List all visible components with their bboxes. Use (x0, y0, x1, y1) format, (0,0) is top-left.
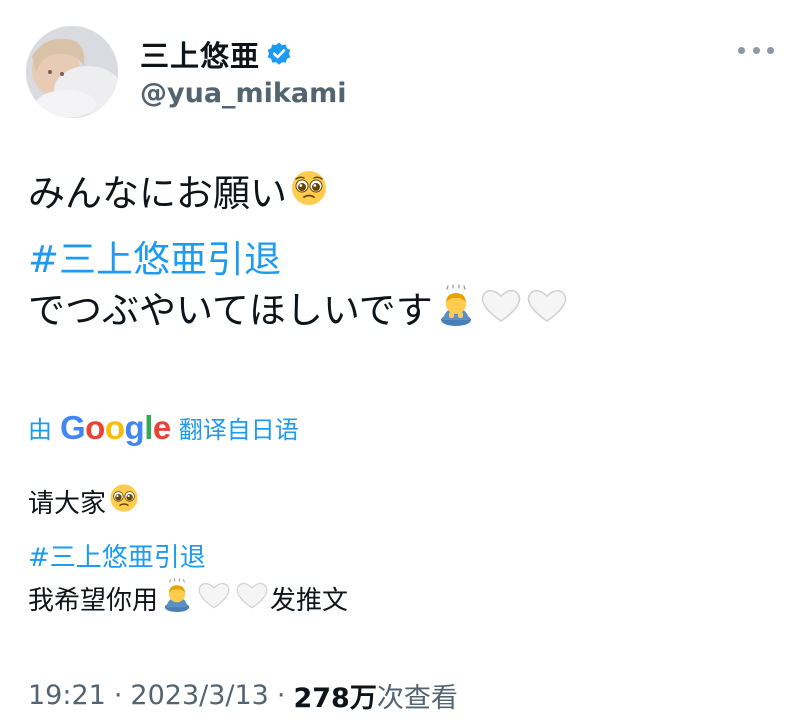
avatar[interactable] (26, 26, 118, 118)
person-bowing-emoji (160, 578, 194, 624)
more-dot (738, 46, 745, 54)
translated-line-3-part2: 发推文 (270, 586, 349, 616)
pleading-face-emoji (108, 482, 140, 526)
hashtag-link[interactable]: #三上悠亜引退 (28, 236, 281, 284)
display-name[interactable]: 三上悠亜 (140, 33, 260, 75)
translation-suffix: 翻译自日语 (178, 416, 299, 444)
translated-line-1: 请大家 (28, 482, 768, 526)
meta-separator: · (276, 680, 286, 711)
more-options-icon[interactable] (738, 40, 774, 60)
white-heart-emoji (525, 285, 569, 337)
author-name-row[interactable]: 三上悠亜 (140, 33, 292, 75)
more-dot (767, 46, 774, 54)
translated-line-2: #三上悠亜引退 (28, 538, 768, 578)
google-letter: e (152, 409, 171, 446)
tweet-time[interactable]: 19:21 (28, 680, 106, 711)
meta-separator: · (113, 680, 123, 711)
more-dot (752, 46, 760, 54)
translated-hashtag-link[interactable]: #三上悠亜引退 (28, 538, 206, 578)
tweet-meta: 19:21 · 2023/3/13 · 278万 次查看 (28, 676, 458, 715)
avatar-photo (26, 26, 118, 118)
views-count[interactable]: 278万 (293, 676, 376, 715)
tweet-line-2: #三上悠亜引退 (28, 236, 768, 284)
white-heart-emoji (196, 579, 232, 623)
white-heart-emoji (479, 285, 523, 337)
tweet-card: 三上悠亜 @yua_mikami みんなにお願い #三上悠亜引退 でつぶやいてほ… (0, 0, 800, 725)
tweet-line-3: でつぶやいてほしいです (28, 284, 768, 338)
tweet-line-3-text: でつぶやいてほしいです (28, 289, 433, 332)
author-handle[interactable]: @yua_mikami (140, 78, 347, 109)
tweet-line-1-text: みんなにお願い (28, 172, 287, 215)
pleading-face-emoji (289, 168, 329, 220)
google-letter: G (60, 409, 86, 446)
translated-line-1-text: 请大家 (28, 489, 107, 519)
translated-text: 请大家 #三上悠亜引退 我希望你用 发推文 (28, 482, 768, 624)
translated-by-google[interactable]: 由 Google 翻译自日语 (28, 410, 299, 445)
translated-line-3-part1: 我希望你用 (28, 586, 159, 616)
tweet-date[interactable]: 2023/3/13 (130, 680, 268, 711)
views-label: 次查看 (376, 683, 458, 714)
translated-line-3: 我希望你用 发推文 (28, 578, 768, 624)
google-letter: o (85, 409, 105, 446)
verified-badge-icon (266, 41, 292, 67)
google-letter: g (124, 409, 145, 446)
google-logo: Google (60, 411, 171, 444)
google-letter: l (144, 409, 153, 446)
white-heart-emoji (234, 579, 270, 623)
person-bowing-emoji (435, 284, 477, 338)
tweet-line-1: みんなにお願い (28, 168, 768, 220)
tweet-text: みんなにお願い #三上悠亜引退 でつぶやいてほしいです (28, 168, 768, 338)
translation-prefix: 由 (28, 416, 52, 444)
google-letter: o (104, 409, 125, 446)
